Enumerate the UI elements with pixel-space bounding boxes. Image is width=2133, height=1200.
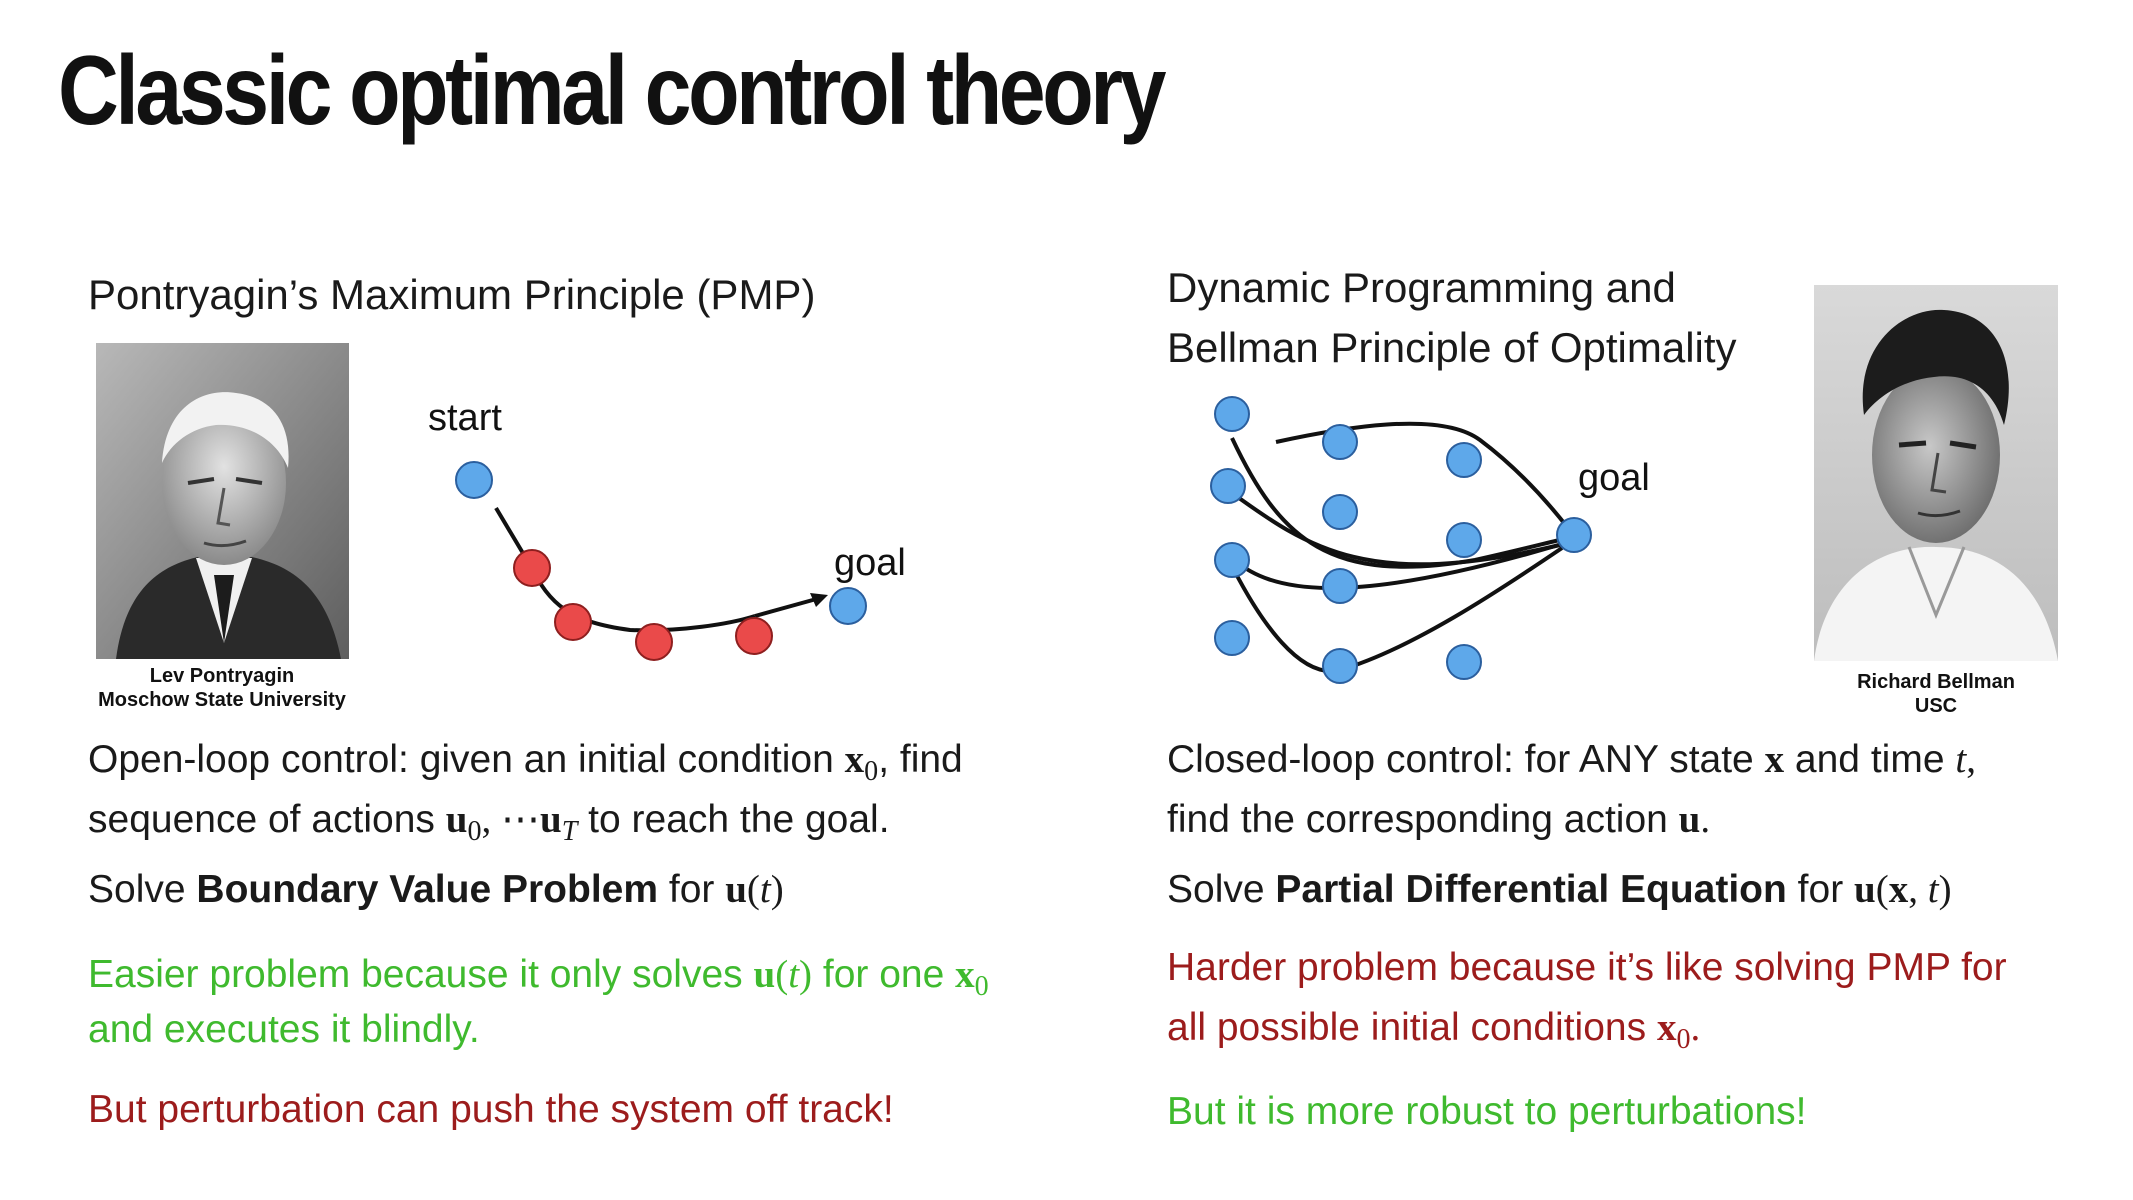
trajectory-node (554, 603, 592, 641)
caption-name: Lev Pontryagin (149, 665, 295, 687)
robustness-note: But it is more robust to perturbations! (1167, 1090, 1807, 1133)
state-node (1446, 442, 1482, 478)
state-node (1446, 522, 1482, 558)
path-edge (1275, 421, 1570, 530)
dp-heading-line-1: Dynamic Programming and (1167, 264, 1676, 311)
start-node (455, 461, 493, 499)
state-node (1214, 396, 1250, 432)
closed-loop-line-1: Closed-loop control: for ANY state x and… (1167, 738, 1976, 781)
dp-heading-line-2: Bellman Principle of Optimality (1167, 324, 1737, 371)
slide-title: Classic optimal control theory (58, 35, 1167, 145)
state-node (1214, 620, 1250, 656)
goal-label: goal (1578, 457, 1650, 499)
easier-problem-line-2: and executes it blindly. (88, 1008, 480, 1051)
start-label: start (428, 397, 502, 439)
state-node (1322, 568, 1358, 604)
state-node (1322, 648, 1358, 684)
pmp-heading: Pontryagin’s Maximum Principle (PMP) (88, 271, 816, 318)
open-loop-line-2: sequence of actions u0, ⋯uT to reach the… (88, 798, 890, 847)
caption-affiliation: USC (1914, 695, 1958, 717)
pontryagin-portrait (96, 343, 349, 659)
caption-affiliation: Moschow State University (98, 689, 346, 711)
bellman-caption: Richard Bellman USC (1857, 670, 2015, 718)
path-edge (1230, 437, 1569, 569)
perturbation-warning: But perturbation can push the system off… (88, 1088, 894, 1131)
trajectory-node (513, 549, 551, 587)
bvp-line: Solve Boundary Value Problem for u(t) (88, 868, 784, 911)
state-node (1214, 542, 1250, 578)
closed-loop-line-2: find the corresponding action u. (1167, 798, 1711, 841)
pontryagin-caption: Lev Pontryagin Moschow State University (98, 664, 346, 712)
trajectory-node (735, 617, 773, 655)
pde-line: Solve Partial Differential Equation for … (1167, 868, 1952, 911)
goal-label: goal (834, 542, 906, 584)
pmp-trajectory-diagram: start goal (428, 397, 906, 661)
goal-node (829, 587, 867, 625)
harder-problem-line-2: all possible initial conditions x0. (1167, 1006, 1701, 1055)
state-node (1210, 468, 1246, 504)
dp-heading: Dynamic Programming and Bellman Principl… (1167, 258, 1737, 378)
state-node (1446, 644, 1482, 680)
caption-name: Richard Bellman (1857, 671, 2015, 693)
state-node (1322, 424, 1358, 460)
goal-node (1556, 517, 1592, 553)
dp-graph-diagram: goal (1210, 396, 1650, 684)
bellman-portrait (1814, 285, 2058, 661)
trajectory-node (635, 623, 673, 661)
harder-problem-line-1: Harder problem because it’s like solving… (1167, 946, 2007, 989)
state-node (1322, 494, 1358, 530)
